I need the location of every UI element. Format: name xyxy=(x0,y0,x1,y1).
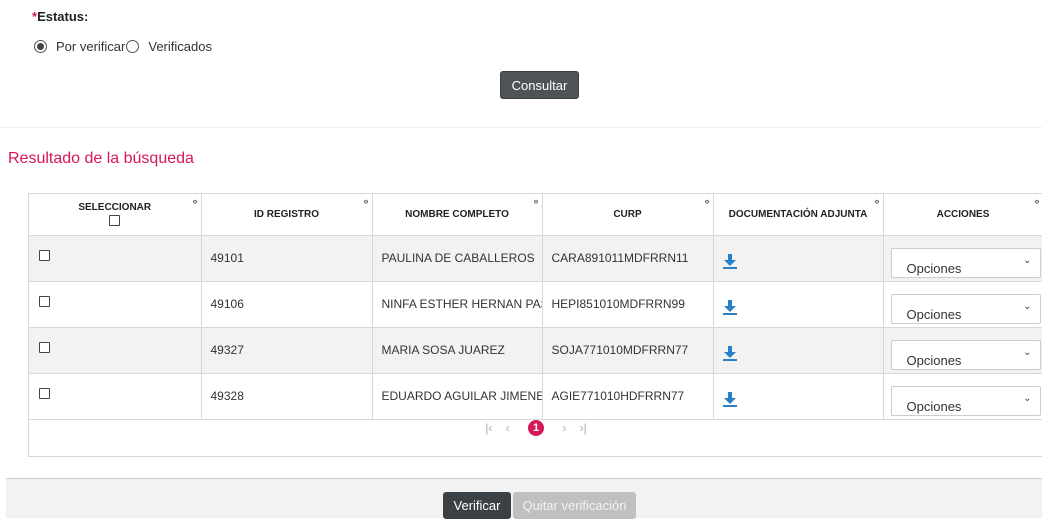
results-grid: ‹› SELECCIONAR ‹› ID REGISTRO ‹› NOMBRE … xyxy=(28,193,1042,457)
first-page-button[interactable]: |‹ xyxy=(485,421,492,435)
row-checkbox-cell xyxy=(29,327,202,374)
cell-document xyxy=(713,235,884,282)
col-curp[interactable]: ‹› CURP xyxy=(542,194,714,236)
resize-handle[interactable]: ‹› xyxy=(705,196,710,206)
col-nombre-completo[interactable]: ‹› NOMBRE COMPLETO xyxy=(372,194,543,236)
cell-curp: SOJA771010MDFRRN77 xyxy=(542,327,714,374)
row-checkbox-cell xyxy=(29,235,202,282)
status-label: *Estatus: xyxy=(32,9,88,24)
row-checkbox[interactable] xyxy=(39,295,50,307)
col-curp-label: CURP xyxy=(613,208,642,220)
col-nombre-completo-label: NOMBRE COMPLETO xyxy=(405,208,509,220)
resize-handle[interactable]: ‹› xyxy=(1035,196,1040,206)
verificar-button[interactable]: Verificar xyxy=(443,492,511,519)
cell-actions: Opciones ⌄ xyxy=(883,327,1042,374)
col-id-registro[interactable]: ‹› ID REGISTRO xyxy=(201,194,373,236)
resize-handle[interactable]: ‹› xyxy=(534,196,539,206)
col-id-registro-label: ID REGISTRO xyxy=(253,208,319,220)
options-dropdown[interactable]: Opciones ⌄ xyxy=(890,294,1041,324)
radio-verificados[interactable] xyxy=(126,40,140,53)
table-row: 49327 MARIA SOSA JUAREZ SOJA771010MDFRRN… xyxy=(29,327,1042,374)
options-dropdown[interactable]: Opciones ⌄ xyxy=(890,386,1041,416)
resize-handle[interactable]: ‹› xyxy=(193,196,198,206)
download-icon[interactable] xyxy=(722,345,737,361)
cell-id: 49327 xyxy=(201,327,373,374)
options-dropdown[interactable]: Opciones ⌄ xyxy=(890,248,1041,278)
table-row: 49106 NINFA ESTHER HERNAN PAS HEPI851010… xyxy=(29,281,1042,328)
cell-name: MARIA SOSA JUAREZ xyxy=(372,327,543,374)
prev-page-button[interactable]: ‹ xyxy=(506,421,510,435)
results-table: ‹› SELECCIONAR ‹› ID REGISTRO ‹› NOMBRE … xyxy=(29,194,1042,420)
row-checkbox[interactable] xyxy=(39,249,50,261)
cell-id: 49106 xyxy=(201,281,373,328)
consultar-button[interactable]: Consultar xyxy=(500,71,579,99)
col-acciones[interactable]: ‹› ACCIONES xyxy=(883,194,1042,236)
col-documentacion-label: DOCUMENTACIÓN ADJUNTA xyxy=(728,208,868,220)
next-page-button[interactable]: › xyxy=(562,421,566,435)
chevron-down-icon: ⌄ xyxy=(1023,393,1032,404)
options-dropdown-value: Opciones xyxy=(906,261,962,276)
options-dropdown-value: Opciones xyxy=(906,399,962,414)
download-icon[interactable] xyxy=(722,253,737,269)
quitar-verificacion-button[interactable]: Quitar verificación xyxy=(513,492,636,519)
select-all-checkbox[interactable] xyxy=(109,215,121,227)
status-label-text: Estatus: xyxy=(37,9,89,24)
options-dropdown-value: Opciones xyxy=(906,307,962,322)
download-icon[interactable] xyxy=(722,299,737,315)
cell-actions: Opciones ⌄ xyxy=(883,281,1042,328)
cell-curp: CARA891011MDFRRN11 xyxy=(542,235,714,282)
table-row: 49101 PAULINA DE CABALLEROS CARA891011MD… xyxy=(29,235,1042,282)
cell-document xyxy=(713,327,884,374)
cell-actions: Opciones ⌄ xyxy=(883,235,1042,282)
cell-curp: AGIE771010HDFRRN77 xyxy=(542,373,714,420)
cell-id: 49328 xyxy=(201,373,373,420)
radio-por-verificar-label[interactable]: Por verificar xyxy=(56,39,125,54)
col-acciones-label: ACCIONES xyxy=(936,208,990,220)
row-checkbox[interactable] xyxy=(39,387,50,399)
status-radio-group: Por verificar Verificados xyxy=(34,39,212,54)
options-dropdown[interactable]: Opciones ⌄ xyxy=(890,340,1041,370)
table-row: 49328 EDUARDO AGUILAR JIMENEZ AGIE771010… xyxy=(29,373,1042,420)
col-seleccionar-label: SELECCIONAR xyxy=(78,202,152,214)
download-icon[interactable] xyxy=(722,391,737,407)
col-documentacion[interactable]: ‹› DOCUMENTACIÓN ADJUNTA xyxy=(713,194,884,236)
options-dropdown-value: Opciones xyxy=(906,353,962,368)
results-title: Resultado de la búsqueda xyxy=(8,150,194,167)
cell-document xyxy=(713,373,884,420)
cell-id: 49101 xyxy=(201,235,373,282)
chevron-down-icon: ⌄ xyxy=(1023,301,1032,312)
cell-actions: Opciones ⌄ xyxy=(883,373,1042,420)
cell-curp: HEPI851010MDFRRN99 xyxy=(542,281,714,328)
header-row: ‹› SELECCIONAR ‹› ID REGISTRO ‹› NOMBRE … xyxy=(29,194,1042,236)
resize-handle[interactable]: ‹› xyxy=(875,196,880,206)
col-seleccionar[interactable]: ‹› SELECCIONAR xyxy=(29,194,202,236)
chevron-down-icon: ⌄ xyxy=(1023,255,1032,266)
cell-name: EDUARDO AGUILAR JIMENEZ xyxy=(372,373,543,420)
current-page-button[interactable]: 1 xyxy=(528,420,544,436)
chevron-down-icon: ⌄ xyxy=(1023,347,1032,358)
cell-name: NINFA ESTHER HERNAN PAS xyxy=(372,281,543,328)
row-checkbox-cell xyxy=(29,373,202,420)
radio-por-verificar[interactable] xyxy=(34,40,47,53)
cell-document xyxy=(713,281,884,328)
section-divider xyxy=(0,127,1042,128)
row-checkbox-cell xyxy=(29,281,202,328)
radio-verificados-label[interactable]: Verificados xyxy=(148,39,212,54)
row-checkbox[interactable] xyxy=(39,341,50,353)
last-page-button[interactable]: ›| xyxy=(580,421,587,435)
pagination: |‹ ‹ 1 › ›| xyxy=(29,420,1042,436)
cell-name: PAULINA DE CABALLEROS xyxy=(372,235,543,282)
resize-handle[interactable]: ‹› xyxy=(364,196,369,206)
